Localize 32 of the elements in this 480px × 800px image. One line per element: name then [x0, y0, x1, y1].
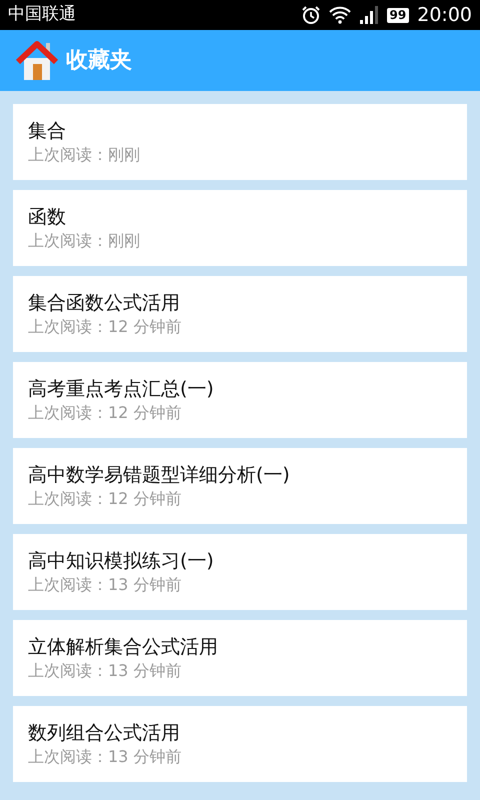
favorite-card[interactable]: 高中知识模拟练习(一) 上次阅读：13 分钟前 [13, 534, 467, 610]
last-read-time: 上次阅读：刚刚 [28, 230, 141, 252]
page-title: 收藏夹 [66, 47, 132, 75]
last-read-time: 上次阅读：刚刚 [28, 144, 141, 166]
favorite-card[interactable]: 集合 上次阅读：刚刚 [13, 104, 467, 180]
favorite-title: 集合 [28, 119, 67, 144]
favorite-card[interactable]: 集合函数公式活用 上次阅读：12 分钟前 [13, 276, 467, 352]
carrier-name: 中国联通 [8, 3, 76, 26]
signal-icon [358, 6, 379, 24]
favorite-title: 高考重点考点汇总(一) [28, 377, 215, 402]
last-read-time: 上次阅读：12 分钟前 [28, 488, 182, 510]
favorite-card[interactable]: 高中数学易错题型详细分析(一) 上次阅读：12 分钟前 [13, 448, 467, 524]
house-icon [16, 40, 58, 82]
last-read-time: 上次阅读：13 分钟前 [28, 574, 182, 596]
favorite-title: 函数 [28, 205, 67, 230]
last-read-time: 上次阅读：12 分钟前 [28, 316, 182, 338]
favorite-card[interactable]: 立体解析集合公式活用 上次阅读：13 分钟前 [13, 620, 467, 696]
favorite-card[interactable]: 数列组合公式活用 上次阅读：13 分钟前 [13, 706, 467, 782]
battery-level: 99 [386, 8, 410, 22]
favorite-title: 集合函数公式活用 [28, 291, 181, 316]
favorite-card[interactable]: 函数 上次阅读：刚刚 [13, 190, 467, 266]
clock-time: 20:00 [417, 2, 472, 28]
favorite-title: 高中数学易错题型详细分析(一) [28, 463, 291, 488]
alarm-icon [300, 5, 321, 25]
last-read-time: 上次阅读：13 分钟前 [28, 660, 182, 682]
favorite-title: 高中知识模拟练习(一) [28, 549, 215, 574]
wifi-icon [328, 6, 351, 24]
favorite-card[interactable]: 高考重点考点汇总(一) 上次阅读：12 分钟前 [13, 362, 467, 438]
last-read-time: 上次阅读：13 分钟前 [28, 746, 182, 768]
favorite-title: 数列组合公式活用 [28, 721, 181, 746]
last-read-time: 上次阅读：12 分钟前 [28, 402, 182, 424]
favorite-title: 立体解析集合公式活用 [28, 635, 219, 660]
